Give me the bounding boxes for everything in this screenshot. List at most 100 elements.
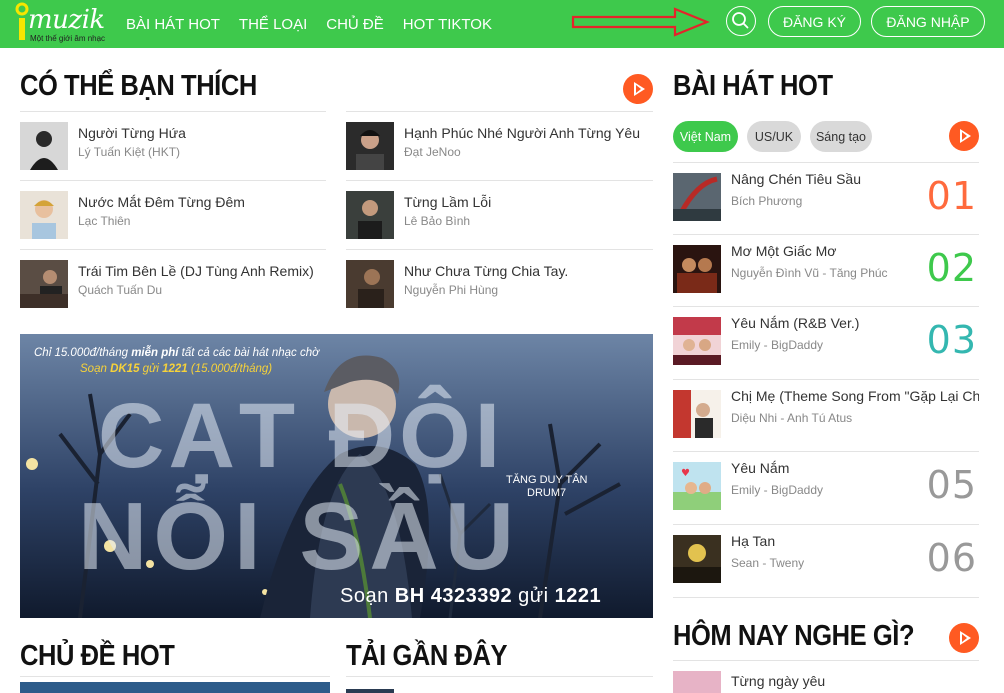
song-thumbnail bbox=[673, 390, 721, 438]
song-thumbnail: ♥ bbox=[673, 462, 721, 510]
song-thumbnail bbox=[673, 535, 721, 583]
song-title: Từng Lầm Lỗi bbox=[404, 194, 492, 210]
song-thumbnail bbox=[346, 122, 394, 170]
banner-big-title-1: CẠT ĐỘI bbox=[98, 385, 505, 487]
hot-song-1[interactable]: Nâng Chén Tiêu Sầu Bích Phương 01 bbox=[673, 162, 979, 234]
song-thumbnail bbox=[673, 317, 721, 365]
song-artist[interactable]: Emily - BigDaddy bbox=[731, 338, 823, 352]
song-thumbnail bbox=[20, 260, 68, 308]
nav-hot-songs[interactable]: BÀI HÁT HOT bbox=[126, 16, 220, 33]
song-artist[interactable]: Lý Tuấn Kiệt (HKT) bbox=[78, 145, 180, 159]
song-artist[interactable]: Sean - Tweny bbox=[731, 556, 804, 570]
song-thumbnail bbox=[346, 191, 394, 239]
song-title: Trái Tim Bên Lề (DJ Tùng Anh Remix) bbox=[78, 263, 314, 279]
song-title: Nước Mắt Đêm Từng Đêm bbox=[78, 194, 245, 210]
nav-genres[interactable]: THỂ LOẠI bbox=[239, 16, 307, 33]
rank-number: 01 bbox=[926, 174, 977, 218]
song-artist[interactable]: Lạc Thiên bbox=[78, 214, 130, 228]
banner-text-bold: BH 4323392 bbox=[394, 585, 513, 607]
nav-hot-tiktok[interactable]: HOT TIKTOK bbox=[403, 16, 492, 33]
banner-text-bold: DK15 bbox=[110, 363, 140, 375]
hot-song-5[interactable]: ♥ Yêu Nắm Emily - BigDaddy 05 bbox=[673, 451, 979, 523]
recent-title: TẢI GẦN ĐÂY bbox=[346, 640, 508, 672]
song-title: Hạnh Phúc Nhé Người Anh Từng Yêu bbox=[404, 125, 640, 141]
banner-text: Soạn bbox=[340, 585, 395, 607]
recommend-song-3[interactable]: Nước Mắt Đêm Từng Đêm Lạc Thiên bbox=[20, 191, 326, 247]
song-thumbnail bbox=[20, 191, 68, 239]
song-thumbnail bbox=[673, 173, 721, 221]
rank-number: 05 bbox=[926, 463, 977, 507]
banner-promo-line1: Chỉ 15.000đ/tháng miễn phí tất cả các bà… bbox=[34, 347, 319, 359]
today-song-title[interactable]: Từng ngày yêu bbox=[731, 673, 825, 689]
recent-thumbnail[interactable] bbox=[346, 689, 394, 693]
song-title: Chị Mẹ (Theme Song From "Gặp Lại Chị Bầu… bbox=[731, 388, 979, 404]
promo-banner[interactable]: Chỉ 15.000đ/tháng miễn phí tất cả các bà… bbox=[20, 334, 653, 618]
hot-song-4[interactable]: Chị Mẹ (Theme Song From "Gặp Lại Chị Bầu… bbox=[673, 379, 979, 451]
song-thumbnail bbox=[673, 245, 721, 293]
red-arrow-annotation bbox=[571, 7, 710, 37]
banner-text-bold: miễn phí bbox=[131, 347, 179, 359]
song-thumbnail bbox=[346, 260, 394, 308]
song-artist[interactable]: Bích Phương bbox=[731, 194, 802, 208]
song-title: Như Chưa Từng Chia Tay. bbox=[404, 263, 569, 279]
song-artist[interactable]: Nguyễn Phi Hùng bbox=[404, 283, 498, 297]
tab-usuk[interactable]: US/UK bbox=[747, 121, 801, 152]
imuzik-logo[interactable]: muzik Một thế giới âm nhạc bbox=[14, 2, 106, 46]
topics-title: CHỦ ĐỀ HOT bbox=[20, 640, 175, 672]
svg-text:♥: ♥ bbox=[681, 468, 690, 479]
topic-thumbnail[interactable] bbox=[20, 682, 330, 693]
recommend-title: CÓ THỂ BẠN THÍCH bbox=[20, 70, 257, 102]
song-artist[interactable]: Emily - BigDaddy bbox=[731, 483, 823, 497]
banner-text-bold: 1221 bbox=[162, 363, 188, 375]
song-artist[interactable]: Lê Bảo Bình bbox=[404, 214, 470, 228]
banner-text: gửi bbox=[512, 585, 555, 607]
recommend-song-1[interactable]: Người Từng Hứa Lý Tuấn Kiệt (HKT) bbox=[20, 122, 326, 178]
song-thumbnail[interactable] bbox=[673, 671, 721, 693]
register-button[interactable]: ĐĂNG KÝ bbox=[768, 6, 861, 37]
rank-number: 03 bbox=[926, 318, 977, 362]
tab-creative[interactable]: Sáng tạo bbox=[810, 121, 872, 152]
recommend-play-button[interactable] bbox=[623, 74, 653, 104]
banner-big-title-2: NỖI SẦU bbox=[78, 483, 521, 590]
main-nav: BÀI HÁT HOT THỂ LOẠI CHỦ ĐỀ HOT TIKTOK bbox=[126, 0, 511, 48]
banner-text: Soạn bbox=[80, 363, 111, 375]
song-artist[interactable]: Quách Tuấn Du bbox=[78, 283, 162, 297]
logo-text: muzik bbox=[28, 5, 105, 35]
login-button[interactable]: ĐĂNG NHẬP bbox=[871, 6, 985, 37]
hot-play-button[interactable] bbox=[949, 121, 979, 151]
hot-title: BÀI HÁT HOT bbox=[673, 70, 833, 102]
hot-song-3[interactable]: Yêu Nắm (R&B Ver.) Emily - BigDaddy 03 bbox=[673, 306, 979, 378]
tab-vietnam[interactable]: Việt Nam bbox=[673, 121, 738, 152]
recommend-song-4[interactable]: Từng Lầm Lỗi Lê Bảo Bình bbox=[346, 191, 653, 247]
banner-sms-code: Soạn BH 4323392 gửi 1221 bbox=[340, 585, 601, 608]
recommend-song-6[interactable]: Như Chưa Từng Chia Tay. Nguyễn Phi Hùng bbox=[346, 260, 653, 316]
search-button[interactable] bbox=[726, 6, 756, 36]
divider bbox=[20, 111, 326, 112]
song-artist[interactable]: Nguyễn Đình Vũ - Tăng Phúc bbox=[731, 266, 888, 280]
today-play-button[interactable] bbox=[949, 623, 979, 653]
hot-song-6[interactable]: Hạ Tan Sean - Tweny 06 bbox=[673, 524, 979, 596]
divider bbox=[346, 180, 653, 181]
recommend-song-2[interactable]: Hạnh Phúc Nhé Người Anh Từng Yêu Đạt JeN… bbox=[346, 122, 653, 178]
song-artist[interactable]: Đạt JeNoo bbox=[404, 145, 461, 159]
nav-topics[interactable]: CHỦ ĐỀ bbox=[326, 16, 384, 33]
banner-artist: TĂNG DUY TÂN bbox=[506, 474, 588, 486]
hot-song-2[interactable]: Mơ Một Giấc Mơ Nguyễn Đình Vũ - Tăng Phú… bbox=[673, 234, 979, 306]
divider bbox=[20, 180, 326, 181]
divider bbox=[673, 660, 979, 661]
banner-text: gửi bbox=[139, 363, 163, 375]
divider bbox=[673, 597, 979, 598]
divider bbox=[346, 249, 653, 250]
banner-text: (15.000đ/tháng) bbox=[187, 363, 273, 375]
banner-text: Chỉ 15.000đ/tháng bbox=[34, 347, 132, 359]
top-header: muzik Một thế giới âm nhạc BÀI HÁT HOT T… bbox=[0, 0, 1004, 48]
rank-number: 06 bbox=[926, 536, 977, 580]
divider bbox=[20, 676, 330, 677]
song-title: Người Từng Hứa bbox=[78, 125, 186, 141]
search-icon bbox=[732, 12, 749, 29]
today-title: HÔM NAY NGHE GÌ? bbox=[673, 620, 915, 652]
banner-promo-line2: Soạn DK15 gửi 1221 (15.000đ/tháng) bbox=[80, 363, 272, 375]
recommend-song-5[interactable]: Trái Tim Bên Lề (DJ Tùng Anh Remix) Quác… bbox=[20, 260, 326, 316]
banner-text-bold: 1221 bbox=[554, 585, 602, 607]
song-artist[interactable]: Diệu Nhi - Anh Tú Atus bbox=[731, 411, 852, 425]
